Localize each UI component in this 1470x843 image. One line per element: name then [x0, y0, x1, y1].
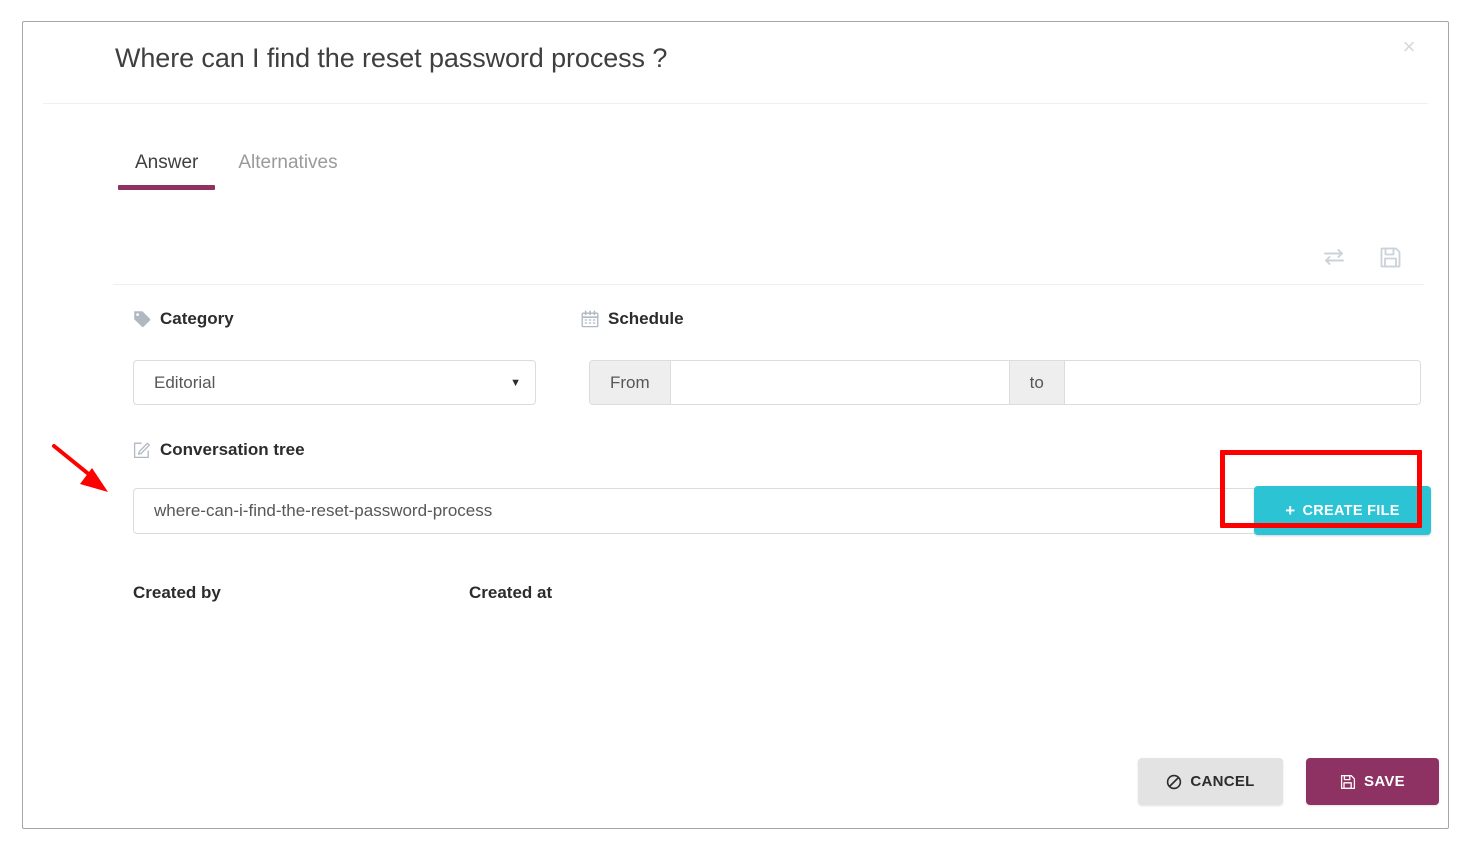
tab-alternatives[interactable]: Alternatives	[218, 140, 357, 190]
category-select-value[interactable]: Editorial	[133, 360, 536, 405]
modal-footer: CANCEL SAVE	[23, 738, 1448, 828]
schedule-label: Schedule	[581, 309, 684, 329]
save-icon[interactable]	[1377, 244, 1403, 270]
schedule-to-input[interactable]	[1064, 361, 1420, 404]
cancel-button[interactable]: CANCEL	[1138, 758, 1283, 805]
create-file-button-label: CREATE FILE	[1302, 502, 1400, 519]
tab-bar: Answer Alternatives	[115, 140, 358, 190]
calendar-icon	[581, 310, 599, 328]
floppy-disk-icon	[1340, 774, 1356, 790]
screenshot-root: Where can I find the reset password proc…	[0, 0, 1470, 843]
save-button-label: SAVE	[1364, 773, 1405, 790]
page-title: Where can I find the reset password proc…	[115, 43, 668, 73]
conversation-tree-label: Conversation tree	[133, 440, 305, 460]
conversation-tree-input[interactable]	[133, 488, 1421, 534]
edit-square-icon	[133, 441, 151, 459]
save-button[interactable]: SAVE	[1306, 758, 1439, 805]
ban-icon	[1166, 774, 1182, 790]
answer-modal: Where can I find the reset password proc…	[22, 21, 1449, 829]
tag-icon	[133, 310, 151, 328]
plus-icon: +	[1285, 500, 1296, 520]
section-divider	[113, 284, 1424, 285]
schedule-input-group: From to	[589, 360, 1421, 405]
category-label: Category	[133, 309, 234, 329]
tab-answer[interactable]: Answer	[115, 140, 218, 190]
close-icon[interactable]: ×	[1394, 32, 1424, 62]
schedule-label-text: Schedule	[608, 309, 684, 328]
created-by-label: Created by	[133, 583, 221, 602]
create-file-button[interactable]: + CREATE FILE	[1254, 486, 1431, 535]
created-at-label: Created at	[469, 583, 553, 602]
modal-header: Where can I find the reset password proc…	[43, 22, 1428, 104]
category-select[interactable]: Editorial ▼	[133, 360, 536, 405]
cancel-button-label: CANCEL	[1190, 773, 1255, 790]
schedule-from-addon: From	[590, 361, 671, 404]
conversation-tree-label-text: Conversation tree	[160, 440, 305, 459]
schedule-to-addon: to	[1008, 361, 1065, 404]
exchange-icon[interactable]	[1321, 244, 1347, 270]
editor-toolbar	[1321, 244, 1403, 270]
schedule-from-input[interactable]	[670, 361, 1009, 404]
category-label-text: Category	[160, 309, 234, 328]
